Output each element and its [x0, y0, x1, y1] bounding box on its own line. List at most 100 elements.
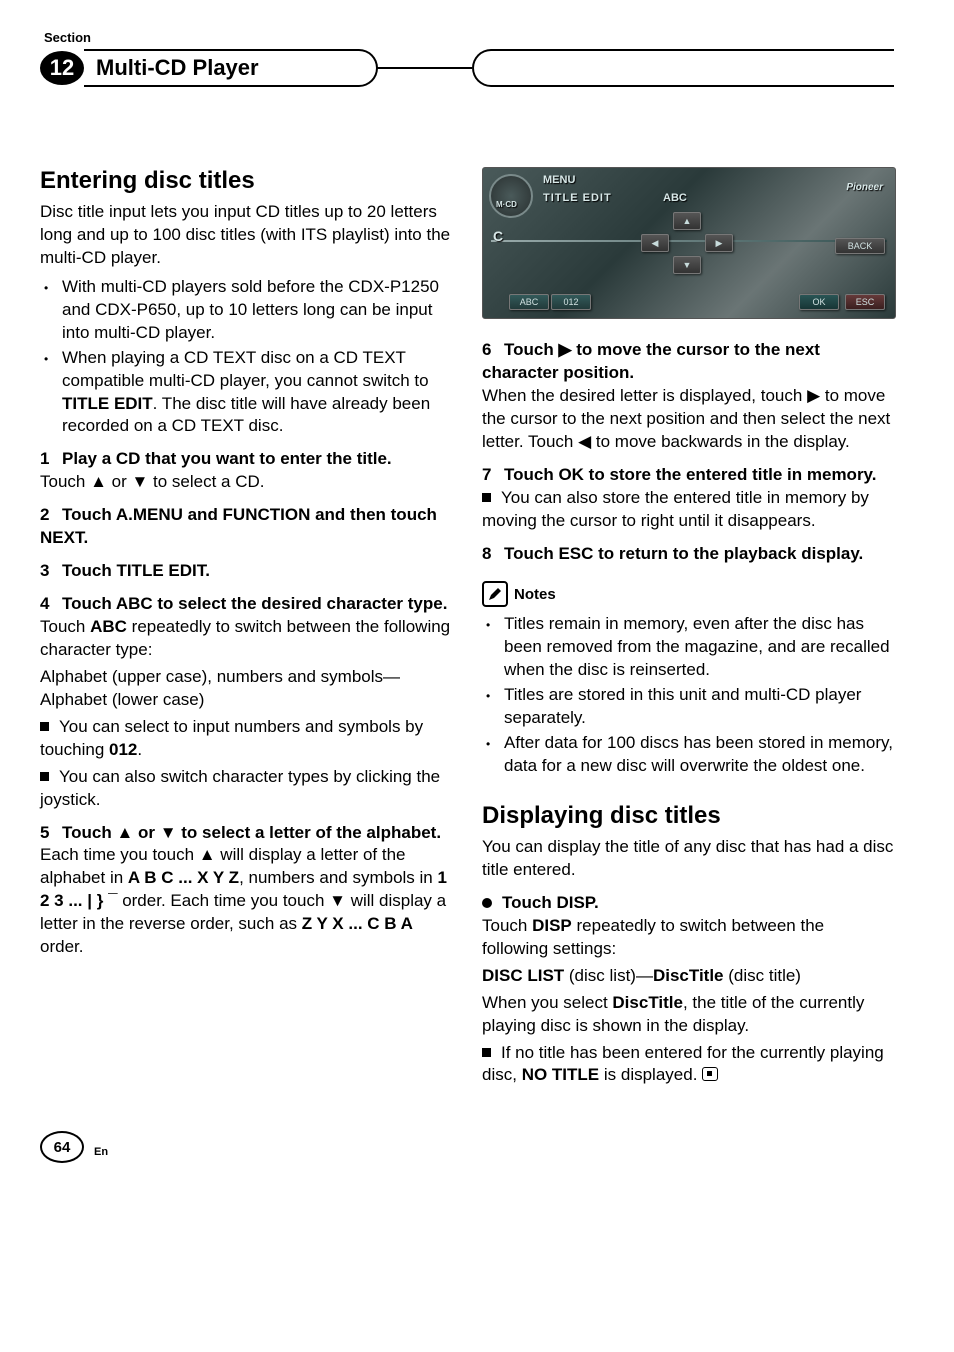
step-1-sub: Touch ▲ or ▼ to select a CD.: [40, 471, 452, 494]
text-strong: Z Y X ... C B A: [302, 914, 413, 933]
chapter-header: 12 Multi-CD Player: [40, 49, 894, 87]
arrow-right-icon: ▶: [716, 238, 723, 249]
text-strong: DiscTitle: [653, 966, 724, 985]
step-5-sub: Each time you touch ▲ will display a let…: [40, 844, 452, 959]
notes-list: Titles remain in memory, even after the …: [482, 613, 894, 778]
disp-step: Touch DISP.: [482, 892, 894, 915]
list-item: Titles are stored in this unit and multi…: [504, 684, 894, 730]
esc-button[interactable]: ESC: [845, 294, 885, 310]
step-1: 1Play a CD that you want to enter the ti…: [40, 448, 452, 471]
right-column: M·CD MENU TITLE EDIT ABC Pioneer C ▲ ◀ ▶…: [482, 167, 894, 1091]
heading-displaying-disc-titles: Displaying disc titles: [482, 802, 894, 830]
text: You can also store the entered title in …: [482, 488, 869, 530]
step-8: 8Touch ESC to return to the playback dis…: [482, 543, 894, 566]
list-item: Titles remain in memory, even after the …: [504, 613, 894, 682]
arrow-down-button[interactable]: ▼: [673, 256, 701, 274]
bullet-list: With multi-CD players sold before the CD…: [40, 276, 452, 439]
step-3: 3Touch TITLE EDIT.: [40, 560, 452, 583]
chapter-title: Multi-CD Player: [84, 49, 378, 87]
list-item: After data for 100 discs has been stored…: [504, 732, 894, 778]
step-6-sub: When the desired letter is displayed, to…: [482, 385, 894, 454]
header-line: [376, 67, 472, 69]
notes-header: Notes: [482, 581, 894, 607]
list-item: When playing a CD TEXT disc on a CD TEXT…: [62, 347, 452, 439]
left-column: Entering disc titles Disc title input le…: [40, 167, 452, 1091]
step-4: 4Touch ABC to select the desired charact…: [40, 593, 452, 616]
title-edit-screenshot: M·CD MENU TITLE EDIT ABC Pioneer C ▲ ◀ ▶…: [482, 167, 896, 319]
abc-button[interactable]: ABC: [509, 294, 549, 310]
pencil-icon: [482, 581, 508, 607]
displaying-intro: You can display the title of any disc th…: [482, 836, 894, 882]
menu-label: MENU: [543, 174, 575, 186]
ok-button[interactable]: OK: [799, 294, 839, 310]
step-text: Touch A.MENU and FUNCTION and then touch…: [40, 505, 437, 547]
square-bullet-icon: [482, 1048, 491, 1057]
title-edit-label: TITLE EDIT: [543, 192, 612, 204]
end-section-icon: [702, 1067, 718, 1081]
bullet-dot-icon: [482, 898, 492, 908]
text: , numbers and symbols in: [239, 868, 437, 887]
step-7-note: You can also store the entered title in …: [482, 487, 894, 533]
disp-note: If no title has been entered for the cur…: [482, 1042, 894, 1088]
step-text: Touch OK to store the entered title in m…: [504, 465, 876, 484]
mcd-label: M·CD: [496, 200, 517, 209]
page-footer: 64 En: [40, 1131, 894, 1163]
text: order.: [40, 937, 83, 956]
text-c-label: C: [493, 228, 503, 244]
arrow-right-button[interactable]: ▶: [705, 234, 733, 252]
text: (disc list)—: [564, 966, 653, 985]
step-4-note2: You can also switch character types by c…: [40, 766, 452, 812]
text: (disc title): [724, 966, 801, 985]
arrow-left-button[interactable]: ◀: [641, 234, 669, 252]
step-2: 2Touch A.MENU and FUNCTION and then touc…: [40, 504, 452, 550]
content-columns: Entering disc titles Disc title input le…: [40, 167, 894, 1091]
text-strong: DISP: [532, 916, 572, 935]
step-text: Touch ▶ to move the cursor to the next c…: [482, 340, 820, 382]
disp-sub3: When you select DiscTitle, the title of …: [482, 992, 894, 1038]
text: is displayed.: [599, 1065, 697, 1084]
text-strong: ABC: [90, 617, 127, 636]
step-text: Touch DISP.: [502, 893, 599, 912]
list-item: With multi-CD players sold before the CD…: [62, 276, 452, 345]
header-empty-pill: [472, 49, 894, 87]
text-strong: NO TITLE: [522, 1065, 599, 1084]
screenshot-line: [491, 240, 887, 242]
step-6: 6Touch ▶ to move the cursor to the next …: [482, 339, 894, 385]
square-bullet-icon: [40, 772, 49, 781]
text-strong: 012: [109, 740, 137, 759]
disp-sub2: DISC LIST (disc list)—DiscTitle (disc ti…: [482, 965, 894, 988]
text-strong: DiscTitle: [612, 993, 683, 1012]
text: You can also switch character types by c…: [40, 767, 440, 809]
page-number: 64: [40, 1131, 84, 1163]
text: Touch: [40, 617, 90, 636]
step-text: Play a CD that you want to enter the tit…: [62, 449, 392, 468]
text-strong: TITLE EDIT: [62, 394, 153, 413]
text-strong: DISC LIST: [482, 966, 564, 985]
disp-sub1: Touch DISP repeatedly to switch between …: [482, 915, 894, 961]
text: You can select to input numbers and symb…: [40, 717, 423, 759]
text: .: [137, 740, 142, 759]
step-text: Touch ESC to return to the playback disp…: [504, 544, 863, 563]
arrow-left-icon: ◀: [652, 238, 659, 249]
back-button[interactable]: BACK: [835, 238, 885, 254]
notes-label: Notes: [514, 586, 556, 603]
text: When playing a CD TEXT disc on a CD TEXT…: [62, 348, 429, 390]
step-text: Touch TITLE EDIT.: [62, 561, 210, 580]
step-7: 7Touch OK to store the entered title in …: [482, 464, 894, 487]
chapter-number: 12: [40, 51, 84, 85]
text-strong: A B C ... X Y Z: [128, 868, 239, 887]
arrow-down-icon: ▼: [683, 260, 692, 270]
text: When you select: [482, 993, 612, 1012]
step-4-note1: You can select to input numbers and symb…: [40, 716, 452, 762]
step-4-sub: Touch ABC repeatedly to switch between t…: [40, 616, 452, 662]
mcd-dial-icon: M·CD: [489, 174, 533, 218]
step-text: Touch ▲ or ▼ to select a letter of the a…: [62, 823, 441, 842]
brand-label: Pioneer: [846, 182, 883, 193]
square-bullet-icon: [40, 722, 49, 731]
step-text: Touch ABC to select the desired characte…: [62, 594, 447, 613]
abc-label: ABC: [663, 192, 687, 204]
arrow-up-button[interactable]: ▲: [673, 212, 701, 230]
num-button[interactable]: 012: [551, 294, 591, 310]
language-label: En: [94, 1146, 108, 1158]
text: Touch: [482, 916, 532, 935]
